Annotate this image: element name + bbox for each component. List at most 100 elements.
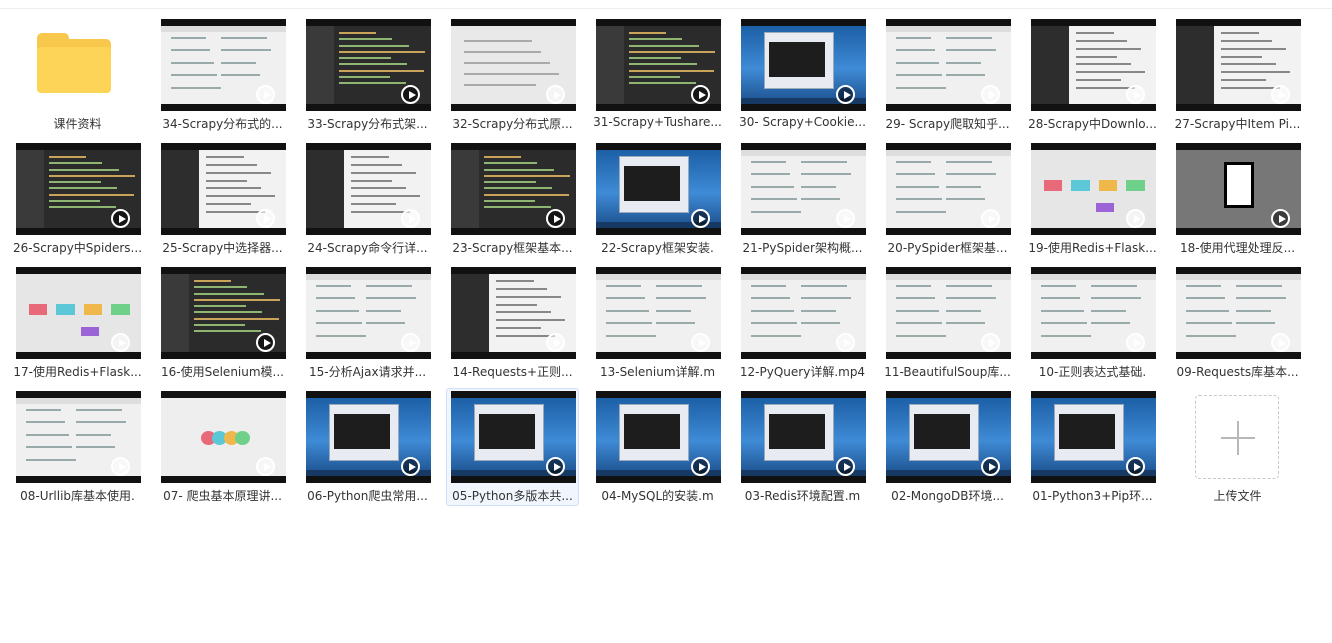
video-thumbnail [161,267,286,359]
play-icon [401,333,420,352]
play-icon [836,457,855,476]
file-grid: 课件资料 34-Scrapy分布式的... 33-Scrapy分布式架... 32-… [7,14,1327,510]
video-file-item[interactable]: 05-Python多版本共... [446,388,579,506]
video-thumbnail [1176,267,1301,359]
video-file-label: 10-正则表达式基础. [1038,365,1147,379]
folder-item[interactable]: 课件资料 [11,16,144,134]
video-file-item[interactable]: 11-BeautifulSoup库... [881,264,1014,382]
video-thumbnail [886,143,1011,235]
video-file-item[interactable]: 08-Urllib库基本使用. [11,388,144,506]
play-icon [691,457,710,476]
video-file-item[interactable]: 24-Scrapy命令行详... [301,140,434,258]
video-file-item[interactable]: 32-Scrapy分布式原... [446,16,579,134]
video-file-label: 17-使用Redis+Flask... [13,365,142,379]
play-icon [1271,333,1290,352]
video-file-item[interactable]: 02-MongoDB环境... [881,388,1014,506]
video-file-label: 04-MySQL的安装.m [601,489,714,503]
video-file-item[interactable]: 18-使用代理处理反... [1171,140,1304,258]
video-file-item[interactable]: 12-PyQuery详解.mp4 [736,264,869,382]
video-thumbnail [161,391,286,483]
play-icon [1271,85,1290,104]
play-icon [1271,209,1290,228]
video-file-item[interactable]: 29- Scrapy爬取知乎... [881,16,1014,134]
video-file-label: 24-Scrapy命令行详... [307,241,428,255]
video-file-item[interactable]: 09-Requests库基本... [1171,264,1304,382]
video-file-item[interactable]: 34-Scrapy分布式的... [156,16,289,134]
video-file-item[interactable]: 23-Scrapy框架基本... [446,140,579,258]
video-thumbnail [886,391,1011,483]
video-file-item[interactable]: 19-使用Redis+Flask... [1026,140,1159,258]
video-file-item[interactable]: 06-Python爬虫常用... [301,388,434,506]
play-icon [1126,333,1145,352]
video-file-label: 31-Scrapy+Tushare... [593,115,722,129]
video-file-label: 03-Redis环境配置.m [744,489,861,503]
video-thumbnail [1031,143,1156,235]
video-file-label: 01-Python3+Pip环... [1032,489,1153,503]
video-file-label: 05-Python多版本共... [452,489,573,503]
play-icon [691,333,710,352]
video-file-item[interactable]: 25-Scrapy中选择器... [156,140,289,258]
video-file-label: 14-Requests+正则... [452,365,573,379]
upload-file-button[interactable]: 上传文件 [1171,388,1304,506]
video-file-item[interactable]: 20-PySpider框架基... [881,140,1014,258]
video-file-label: 11-BeautifulSoup库... [884,365,1011,379]
video-thumbnail [16,143,141,235]
play-icon [836,333,855,352]
video-file-label: 21-PySpider架构概... [742,241,863,255]
play-icon [546,85,565,104]
video-file-item[interactable]: 26-Scrapy中Spiders... [11,140,144,258]
play-icon [111,333,130,352]
folder-label: 课件资料 [53,117,102,131]
video-file-label: 09-Requests库基本... [1176,365,1299,379]
video-thumbnail [451,143,576,235]
video-file-label: 07- 爬虫基本原理讲... [163,489,282,503]
video-thumbnail [16,391,141,483]
video-file-label: 28-Scrapy中Downlo... [1028,117,1157,131]
video-file-item[interactable]: 31-Scrapy+Tushare... [591,16,724,134]
play-icon [256,457,275,476]
video-thumbnail [596,391,721,483]
play-icon [981,209,1000,228]
video-file-item[interactable]: 22-Scrapy框架安装. [591,140,724,258]
video-file-label: 27-Scrapy中Item Pi... [1174,117,1301,131]
video-file-item[interactable]: 13-Selenium详解.m [591,264,724,382]
play-icon [836,209,855,228]
video-file-item[interactable]: 33-Scrapy分布式架... [301,16,434,134]
play-icon [546,457,565,476]
video-file-label: 18-使用代理处理反... [1179,241,1296,255]
video-file-item[interactable]: 21-PySpider架构概... [736,140,869,258]
video-file-label: 29- Scrapy爬取知乎... [885,117,1010,131]
video-file-label: 32-Scrapy分布式原... [452,117,573,131]
video-file-item[interactable]: 28-Scrapy中Downlo... [1026,16,1159,134]
video-file-item[interactable]: 14-Requests+正则... [446,264,579,382]
video-thumbnail [741,143,866,235]
play-icon [256,209,275,228]
video-file-item[interactable]: 03-Redis环境配置.m [736,388,869,506]
video-thumbnail [1031,267,1156,359]
video-thumbnail [596,143,721,235]
video-file-item[interactable]: 30- Scrapy+Cookie... [736,16,869,134]
video-thumbnail [451,19,576,111]
upload-label: 上传文件 [1213,489,1262,503]
video-file-label: 20-PySpider框架基... [887,241,1008,255]
video-thumbnail [1031,391,1156,483]
video-file-item[interactable]: 17-使用Redis+Flask... [11,264,144,382]
video-thumbnail [306,267,431,359]
video-file-item[interactable]: 10-正则表达式基础. [1026,264,1159,382]
play-icon [401,85,420,104]
video-file-item[interactable]: 15-分析Ajax请求并... [301,264,434,382]
video-file-label: 22-Scrapy框架安装. [601,241,714,255]
video-thumbnail [306,391,431,483]
video-thumbnail [886,267,1011,359]
video-file-item[interactable]: 01-Python3+Pip环... [1026,388,1159,506]
video-file-label: 13-Selenium详解.m [599,365,716,379]
play-icon [111,209,130,228]
video-file-item[interactable]: 07- 爬虫基本原理讲... [156,388,289,506]
video-file-item[interactable]: 04-MySQL的安装.m [591,388,724,506]
video-file-item[interactable]: 16-使用Selenium模... [156,264,289,382]
play-icon [691,209,710,228]
play-icon [546,333,565,352]
video-file-label: 25-Scrapy中选择器... [162,241,283,255]
video-thumbnail [16,267,141,359]
video-file-item[interactable]: 27-Scrapy中Item Pi... [1171,16,1304,134]
